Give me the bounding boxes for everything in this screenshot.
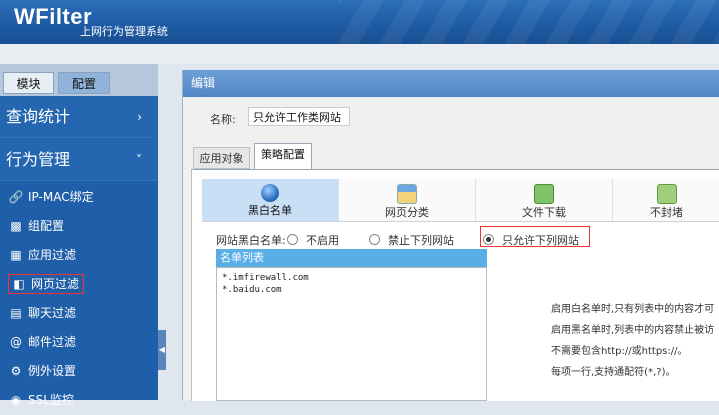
- sidebar-item-label: SSL监控: [28, 393, 74, 407]
- radio-dot: [287, 234, 298, 245]
- help-line: 启用白名单时,只有列表中的内容才可: [551, 304, 715, 315]
- help-line: 启用黑名单时,列表中的内容禁止被访: [551, 325, 715, 336]
- subtab-label: 不封堵: [650, 206, 683, 219]
- subtab-label: 黑白名单: [248, 204, 292, 217]
- list-entry: *.baidu.com: [222, 285, 282, 295]
- header-decoration: [339, 0, 719, 44]
- help-line: 每项一行,支持通配符(*,?)。: [551, 367, 676, 378]
- list-entry: *.imfirewall.com: [222, 273, 309, 283]
- subtab-label: 文件下载: [522, 206, 566, 219]
- sidebar-group-label: 查询统计: [6, 107, 71, 126]
- sidebar-item-exceptions[interactable]: ⚙ 例外设置: [0, 357, 158, 386]
- sidebar-item-label: IP-MAC绑定: [28, 190, 94, 204]
- radio-block-listed[interactable]: 禁止下列网站: [369, 232, 454, 248]
- sidebar-group-behavior-management[interactable]: 行为管理 ˅: [0, 139, 158, 181]
- sidebar: 模块 配置 查询统计 › 行为管理 ˅ 🔗 IP-MAC绑定 ▩ 组配置 ▦ 应用过滤…: [0, 64, 158, 407]
- lock-icon: ◉: [10, 393, 22, 407]
- sidebar-item-label: 例外设置: [28, 364, 77, 378]
- subtab-file-download[interactable]: 文件下载: [476, 179, 613, 221]
- mode-label: 网站黑白名单:: [216, 234, 286, 247]
- highlight-box: ◧ 网页过滤: [8, 274, 85, 294]
- help-text: 启用白名单时,只有列表中的内容才可 启用黑名单时,列表中的内容禁止被访 不需要包…: [551, 299, 719, 383]
- subtab-blackwhite-list[interactable]: 黑白名单: [202, 179, 339, 221]
- radio-dot: [369, 234, 380, 245]
- subtab-label: 网页分类: [385, 206, 429, 219]
- list-header: 名单列表: [216, 249, 487, 267]
- at-icon: @: [10, 335, 22, 349]
- tab-apply-objects[interactable]: 应用对象: [193, 147, 250, 169]
- tab-modules[interactable]: 模块: [3, 72, 54, 94]
- site-list-textarea[interactable]: *.imfirewall.com *.baidu.com: [216, 267, 487, 401]
- chevron-down-icon: ˅: [136, 153, 142, 167]
- app-subtitle: 上网行为管理系统: [80, 25, 168, 38]
- radio-dot-selected: [483, 234, 494, 245]
- sidebar-item-ssl-monitor[interactable]: ◉ SSL监控: [0, 386, 158, 415]
- allow-icon: [656, 184, 677, 204]
- sidebar-item-label: 聊天过滤: [28, 306, 77, 320]
- radio-allow-only-listed[interactable]: 只允许下列网站: [483, 232, 579, 248]
- download-icon: [534, 184, 554, 204]
- radio-label: 禁止下列网站: [388, 234, 454, 247]
- link-icon: 🔗: [8, 190, 24, 204]
- sidebar-item-label: 邮件过滤: [28, 335, 77, 349]
- sidebar-group-label: 行为管理: [6, 150, 71, 169]
- sidebar-item-mail-filter[interactable]: @ 邮件过滤: [0, 328, 158, 357]
- radio-label: 不启用: [306, 234, 339, 247]
- tab-config[interactable]: 配置: [58, 72, 110, 94]
- apps-icon: ▦: [10, 248, 22, 262]
- dialog-title: 编辑: [183, 70, 719, 97]
- sidebar-item-ip-mac[interactable]: 🔗 IP-MAC绑定: [0, 183, 158, 212]
- sidebar-item-web-filter[interactable]: ◧ 网页过滤: [0, 270, 158, 299]
- group-icon: ▩: [10, 219, 22, 233]
- edit-dialog: 编辑 名称: 只允许工作类网站 应用对象 策略配置 黑白名单 网页分类 文件下载…: [182, 70, 719, 401]
- sidebar-collapse-handle[interactable]: ◀: [158, 330, 166, 370]
- app-header: WFilter 上网行为管理系统: [0, 0, 719, 44]
- sidebar-item-group-config[interactable]: ▩ 组配置: [0, 212, 158, 241]
- policy-subtabs: 黑白名单 网页分类 文件下载 不封堵: [202, 179, 719, 222]
- sidebar-item-label: 网页过滤: [31, 277, 80, 291]
- radio-disabled[interactable]: 不启用: [287, 232, 339, 248]
- sidebar-item-app-filter[interactable]: ▦ 应用过滤: [0, 241, 158, 270]
- subtab-no-block[interactable]: 不封堵: [613, 179, 719, 221]
- sidebar-group-query-stats[interactable]: 查询统计 ›: [0, 96, 158, 138]
- sidebar-item-chat-filter[interactable]: ▤ 聊天过滤: [0, 299, 158, 328]
- globe-icon: [261, 184, 279, 202]
- sidebar-tabs: 模块 配置: [0, 64, 158, 96]
- document-icon: ◧: [13, 277, 25, 291]
- gear-icon: ⚙: [10, 364, 22, 378]
- chevron-right-icon: ›: [137, 110, 142, 124]
- chat-icon: ▤: [10, 306, 22, 320]
- help-line: 不需要包含http://或https://。: [551, 346, 688, 357]
- name-input[interactable]: 只允许工作类网站: [248, 107, 350, 126]
- subtab-web-category[interactable]: 网页分类: [339, 179, 476, 221]
- sidebar-item-label: 应用过滤: [28, 248, 77, 262]
- tab-policy-config[interactable]: 策略配置: [254, 143, 312, 169]
- webpage-icon: [397, 184, 417, 204]
- policy-panel: 黑白名单 网页分类 文件下载 不封堵 网站黑白名单: 不启用 禁止下列网站 只允…: [191, 169, 719, 401]
- radio-label: 只允许下列网站: [502, 234, 579, 247]
- top-strip: [0, 44, 719, 64]
- name-label: 名称:: [210, 113, 236, 126]
- sidebar-item-label: 组配置: [28, 219, 65, 233]
